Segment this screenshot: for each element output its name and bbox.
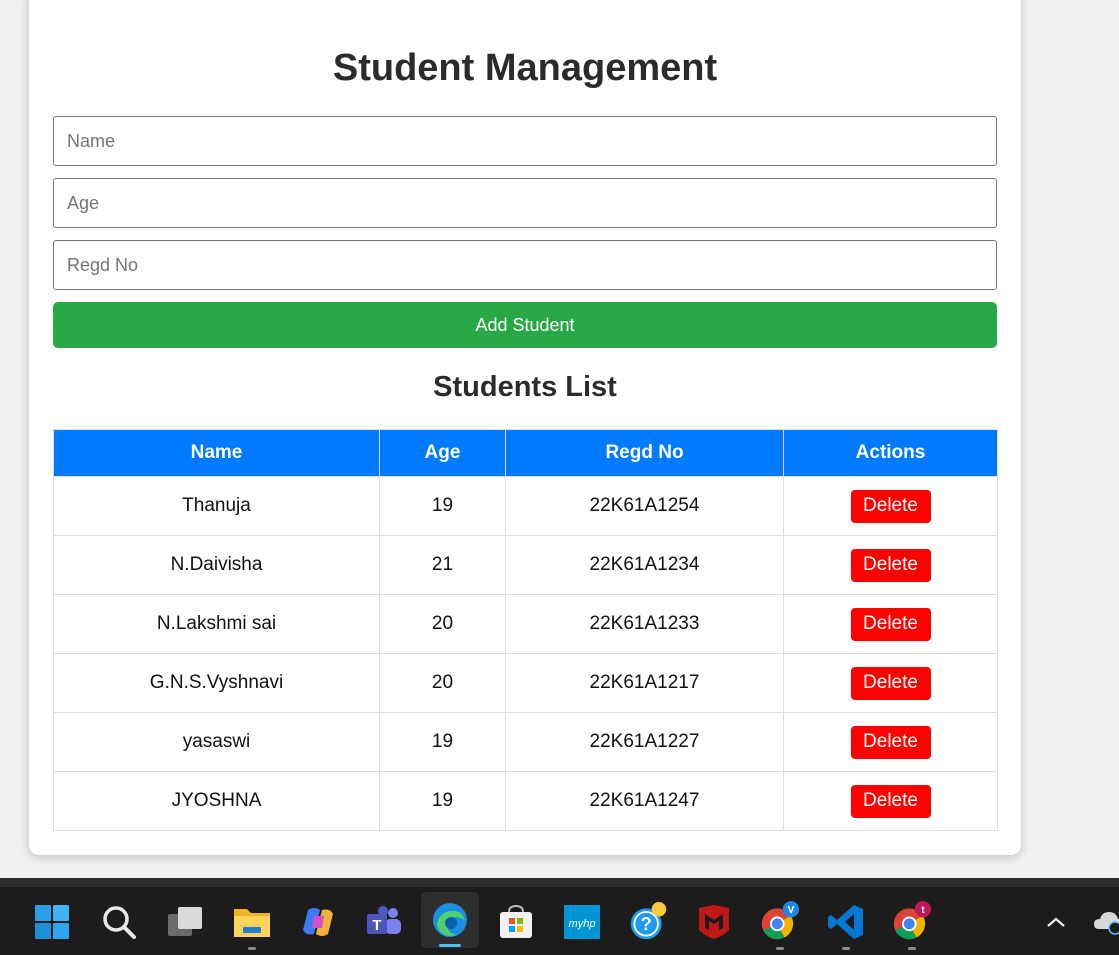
table-row: Thanuja 19 22K61A1254 Delete bbox=[53, 476, 998, 536]
header-regd-no: Regd No bbox=[505, 429, 784, 477]
cell-regd-no: 22K61A1247 bbox=[505, 771, 784, 831]
svg-text:T: T bbox=[372, 917, 381, 934]
taskbar: T myhp ? V t bbox=[0, 878, 1119, 955]
cell-name: G.N.S.Vyshnavi bbox=[53, 653, 380, 713]
chevron-up-icon[interactable] bbox=[1036, 902, 1076, 942]
age-input[interactable] bbox=[53, 178, 997, 228]
cell-regd-no: 22K61A1234 bbox=[505, 535, 784, 595]
cell-actions: Delete bbox=[783, 771, 998, 831]
cell-name: JYOSHNA bbox=[53, 771, 380, 831]
cell-regd-no: 22K61A1233 bbox=[505, 594, 784, 654]
delete-button[interactable]: Delete bbox=[850, 607, 931, 641]
cell-age: 19 bbox=[379, 712, 506, 772]
vscode-icon[interactable] bbox=[826, 902, 866, 950]
student-management-card: Student Management Add Student Students … bbox=[29, 0, 1021, 855]
name-input[interactable] bbox=[53, 116, 997, 166]
myhp-logo-text: myhp bbox=[569, 918, 596, 930]
search-icon[interactable] bbox=[99, 902, 139, 942]
delete-button[interactable]: Delete bbox=[850, 725, 931, 759]
delete-button[interactable]: Delete bbox=[850, 784, 931, 818]
profile-badge-v: V bbox=[788, 905, 795, 916]
cell-name: N.Daivisha bbox=[53, 535, 380, 595]
add-student-button[interactable]: Add Student bbox=[53, 302, 997, 348]
cell-name: N.Lakshmi sai bbox=[53, 594, 380, 654]
cell-regd-no: 22K61A1217 bbox=[505, 653, 784, 713]
running-indicator bbox=[842, 947, 850, 950]
cell-name: Thanuja bbox=[53, 476, 380, 536]
teams-icon[interactable]: T bbox=[364, 902, 404, 942]
table-row: N.Lakshmi sai 20 22K61A1233 Delete bbox=[53, 594, 998, 654]
cell-name: yasaswi bbox=[53, 712, 380, 772]
cell-regd-no: 22K61A1254 bbox=[505, 476, 784, 536]
table-row: N.Daivisha 21 22K61A1234 Delete bbox=[53, 535, 998, 595]
help-icon[interactable]: ? bbox=[628, 902, 668, 942]
students-table: Name Age Regd No Actions Thanuja 19 22K6… bbox=[53, 429, 998, 831]
file-explorer-icon[interactable] bbox=[232, 902, 272, 950]
header-name: Name bbox=[53, 429, 380, 477]
windows-start-icon[interactable] bbox=[32, 902, 72, 942]
table-row: JYOSHNA 19 22K61A1247 Delete bbox=[53, 771, 998, 831]
chrome-profile-t-icon[interactable]: t bbox=[892, 901, 932, 950]
task-view-icon[interactable] bbox=[165, 902, 205, 942]
header-actions: Actions bbox=[783, 429, 998, 477]
cell-age: 20 bbox=[379, 594, 506, 654]
cell-age: 19 bbox=[379, 771, 506, 831]
delete-button[interactable]: Delete bbox=[850, 666, 931, 700]
running-indicator bbox=[908, 947, 916, 950]
edge-icon[interactable] bbox=[421, 892, 479, 948]
microsoft-store-icon[interactable] bbox=[496, 902, 536, 942]
cell-actions: Delete bbox=[783, 476, 998, 536]
delete-button[interactable]: Delete bbox=[850, 489, 931, 523]
cell-age: 21 bbox=[379, 535, 506, 595]
cell-age: 19 bbox=[379, 476, 506, 536]
cell-age: 20 bbox=[379, 653, 506, 713]
chrome-profile-v-icon[interactable]: V bbox=[760, 901, 800, 950]
active-indicator bbox=[439, 944, 461, 947]
mcafee-icon[interactable] bbox=[694, 902, 734, 942]
cell-actions: Delete bbox=[783, 653, 998, 713]
delete-button[interactable]: Delete bbox=[850, 548, 931, 582]
cell-regd-no: 22K61A1227 bbox=[505, 712, 784, 772]
regd-no-input[interactable] bbox=[53, 240, 997, 290]
copilot-icon[interactable] bbox=[298, 902, 338, 942]
cell-actions: Delete bbox=[783, 535, 998, 595]
myhp-icon[interactable]: myhp bbox=[562, 902, 602, 942]
running-indicator bbox=[776, 947, 784, 950]
cell-actions: Delete bbox=[783, 712, 998, 772]
onedrive-icon[interactable] bbox=[1088, 902, 1119, 942]
svg-text:?: ? bbox=[641, 914, 652, 934]
table-header-row: Name Age Regd No Actions bbox=[53, 429, 998, 477]
table-row: G.N.S.Vyshnavi 20 22K61A1217 Delete bbox=[53, 653, 998, 713]
page-title: Student Management bbox=[332, 47, 718, 89]
table-row: yasaswi 19 22K61A1227 Delete bbox=[53, 712, 998, 772]
running-indicator bbox=[248, 947, 256, 950]
header-age: Age bbox=[379, 429, 506, 477]
cell-actions: Delete bbox=[783, 594, 998, 654]
students-list-title: Students List bbox=[433, 371, 617, 403]
